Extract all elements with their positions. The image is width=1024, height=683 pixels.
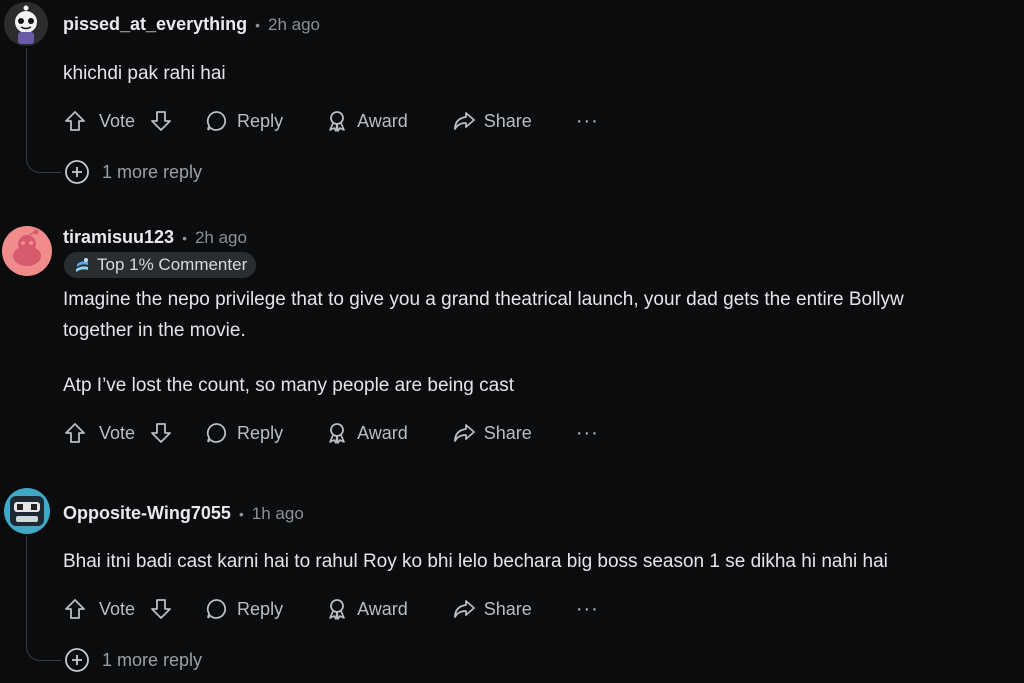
award-label: Award <box>357 598 408 619</box>
award-button[interactable]: Award <box>325 597 408 621</box>
downvote-icon[interactable] <box>149 109 173 133</box>
action-bar: Vote Reply Award Share ··· <box>63 594 599 624</box>
separator: • <box>182 229 187 246</box>
share-button[interactable]: Share <box>452 421 532 445</box>
avatar-snoo-icon <box>15 5 37 44</box>
thread-curve <box>26 628 61 661</box>
share-icon <box>453 112 475 130</box>
avatar-snoo-icon <box>13 229 41 266</box>
comment-body-line: Atp I’ve lost the count, so many people … <box>63 375 514 396</box>
more-options-icon[interactable]: ··· <box>576 422 599 445</box>
award-label: Award <box>357 422 408 443</box>
comment-body-line: together in the movie. <box>63 320 246 341</box>
reply-label: Reply <box>237 598 284 619</box>
avatar[interactable] <box>2 226 52 276</box>
action-bar: Vote Reply Award Share ··· <box>63 418 599 448</box>
comment-icon <box>206 599 227 619</box>
expand-plus-icon <box>65 160 89 184</box>
thread-line <box>26 48 27 148</box>
comment-icon <box>206 111 227 131</box>
badge-icon <box>76 258 88 272</box>
reply-button[interactable]: Reply <box>205 109 283 133</box>
timestamp[interactable]: 2h ago <box>268 15 320 35</box>
reply-button[interactable]: Reply <box>205 597 283 621</box>
avatar[interactable] <box>4 2 48 46</box>
avatar[interactable] <box>4 488 50 534</box>
share-button[interactable]: Share <box>452 109 532 133</box>
share-icon <box>453 424 475 442</box>
more-replies-button[interactable]: 1 more reply <box>64 647 202 673</box>
more-options-icon[interactable]: ··· <box>576 110 599 133</box>
comment-icon <box>206 423 227 443</box>
upvote-icon[interactable] <box>63 109 87 133</box>
award-label: Award <box>357 110 408 131</box>
more-replies-button[interactable]: 1 more reply <box>64 159 202 185</box>
top-commenter-badge: Top 1% Commenter <box>64 252 257 278</box>
more-replies-label: 1 more reply <box>102 161 203 182</box>
comment-body-line: Imagine the nepo privilege that to give … <box>63 289 904 310</box>
vote-label: Vote <box>99 110 136 131</box>
reply-button[interactable]: Reply <box>205 421 283 445</box>
separator: • <box>255 16 260 33</box>
share-button[interactable]: Share <box>452 597 532 621</box>
downvote-icon[interactable] <box>149 421 173 445</box>
expand-plus-icon <box>65 648 89 672</box>
username[interactable]: Opposite-Wing7055 <box>63 503 231 524</box>
share-label: Share <box>483 110 532 131</box>
share-label: Share <box>483 422 532 443</box>
thread-curve <box>26 140 61 173</box>
vote-label: Vote <box>99 598 136 619</box>
timestamp[interactable]: 2h ago <box>195 228 247 248</box>
award-button[interactable]: Award <box>325 421 408 445</box>
reply-label: Reply <box>237 422 284 443</box>
upvote-icon[interactable] <box>63 597 87 621</box>
username[interactable]: pissed_at_everything <box>63 14 247 35</box>
share-icon <box>453 600 475 618</box>
separator: • <box>238 505 244 522</box>
comment-body: Bhai itni badi cast karni hai to rahul R… <box>63 551 888 572</box>
downvote-icon[interactable] <box>149 597 173 621</box>
award-icon <box>329 423 345 444</box>
award-icon <box>329 111 345 132</box>
reply-label: Reply <box>237 110 284 131</box>
action-bar: Vote Reply Award Share ··· <box>63 106 599 136</box>
more-replies-label: 1 more reply <box>102 649 203 670</box>
comment-body: khichdi pak rahi hai <box>63 63 226 84</box>
upvote-icon[interactable] <box>63 421 87 445</box>
vote-label: Vote <box>99 422 136 443</box>
award-button[interactable]: Award <box>325 109 408 133</box>
more-options-icon[interactable]: ··· <box>576 598 599 621</box>
badge-label: Top 1% Commenter <box>97 255 248 274</box>
share-label: Share <box>483 598 532 619</box>
timestamp[interactable]: 1h ago <box>252 504 304 524</box>
thread-line <box>26 536 27 636</box>
username[interactable]: tiramisuu123 <box>63 227 174 248</box>
award-icon <box>329 599 345 620</box>
avatar-snoo-icon <box>10 496 44 526</box>
